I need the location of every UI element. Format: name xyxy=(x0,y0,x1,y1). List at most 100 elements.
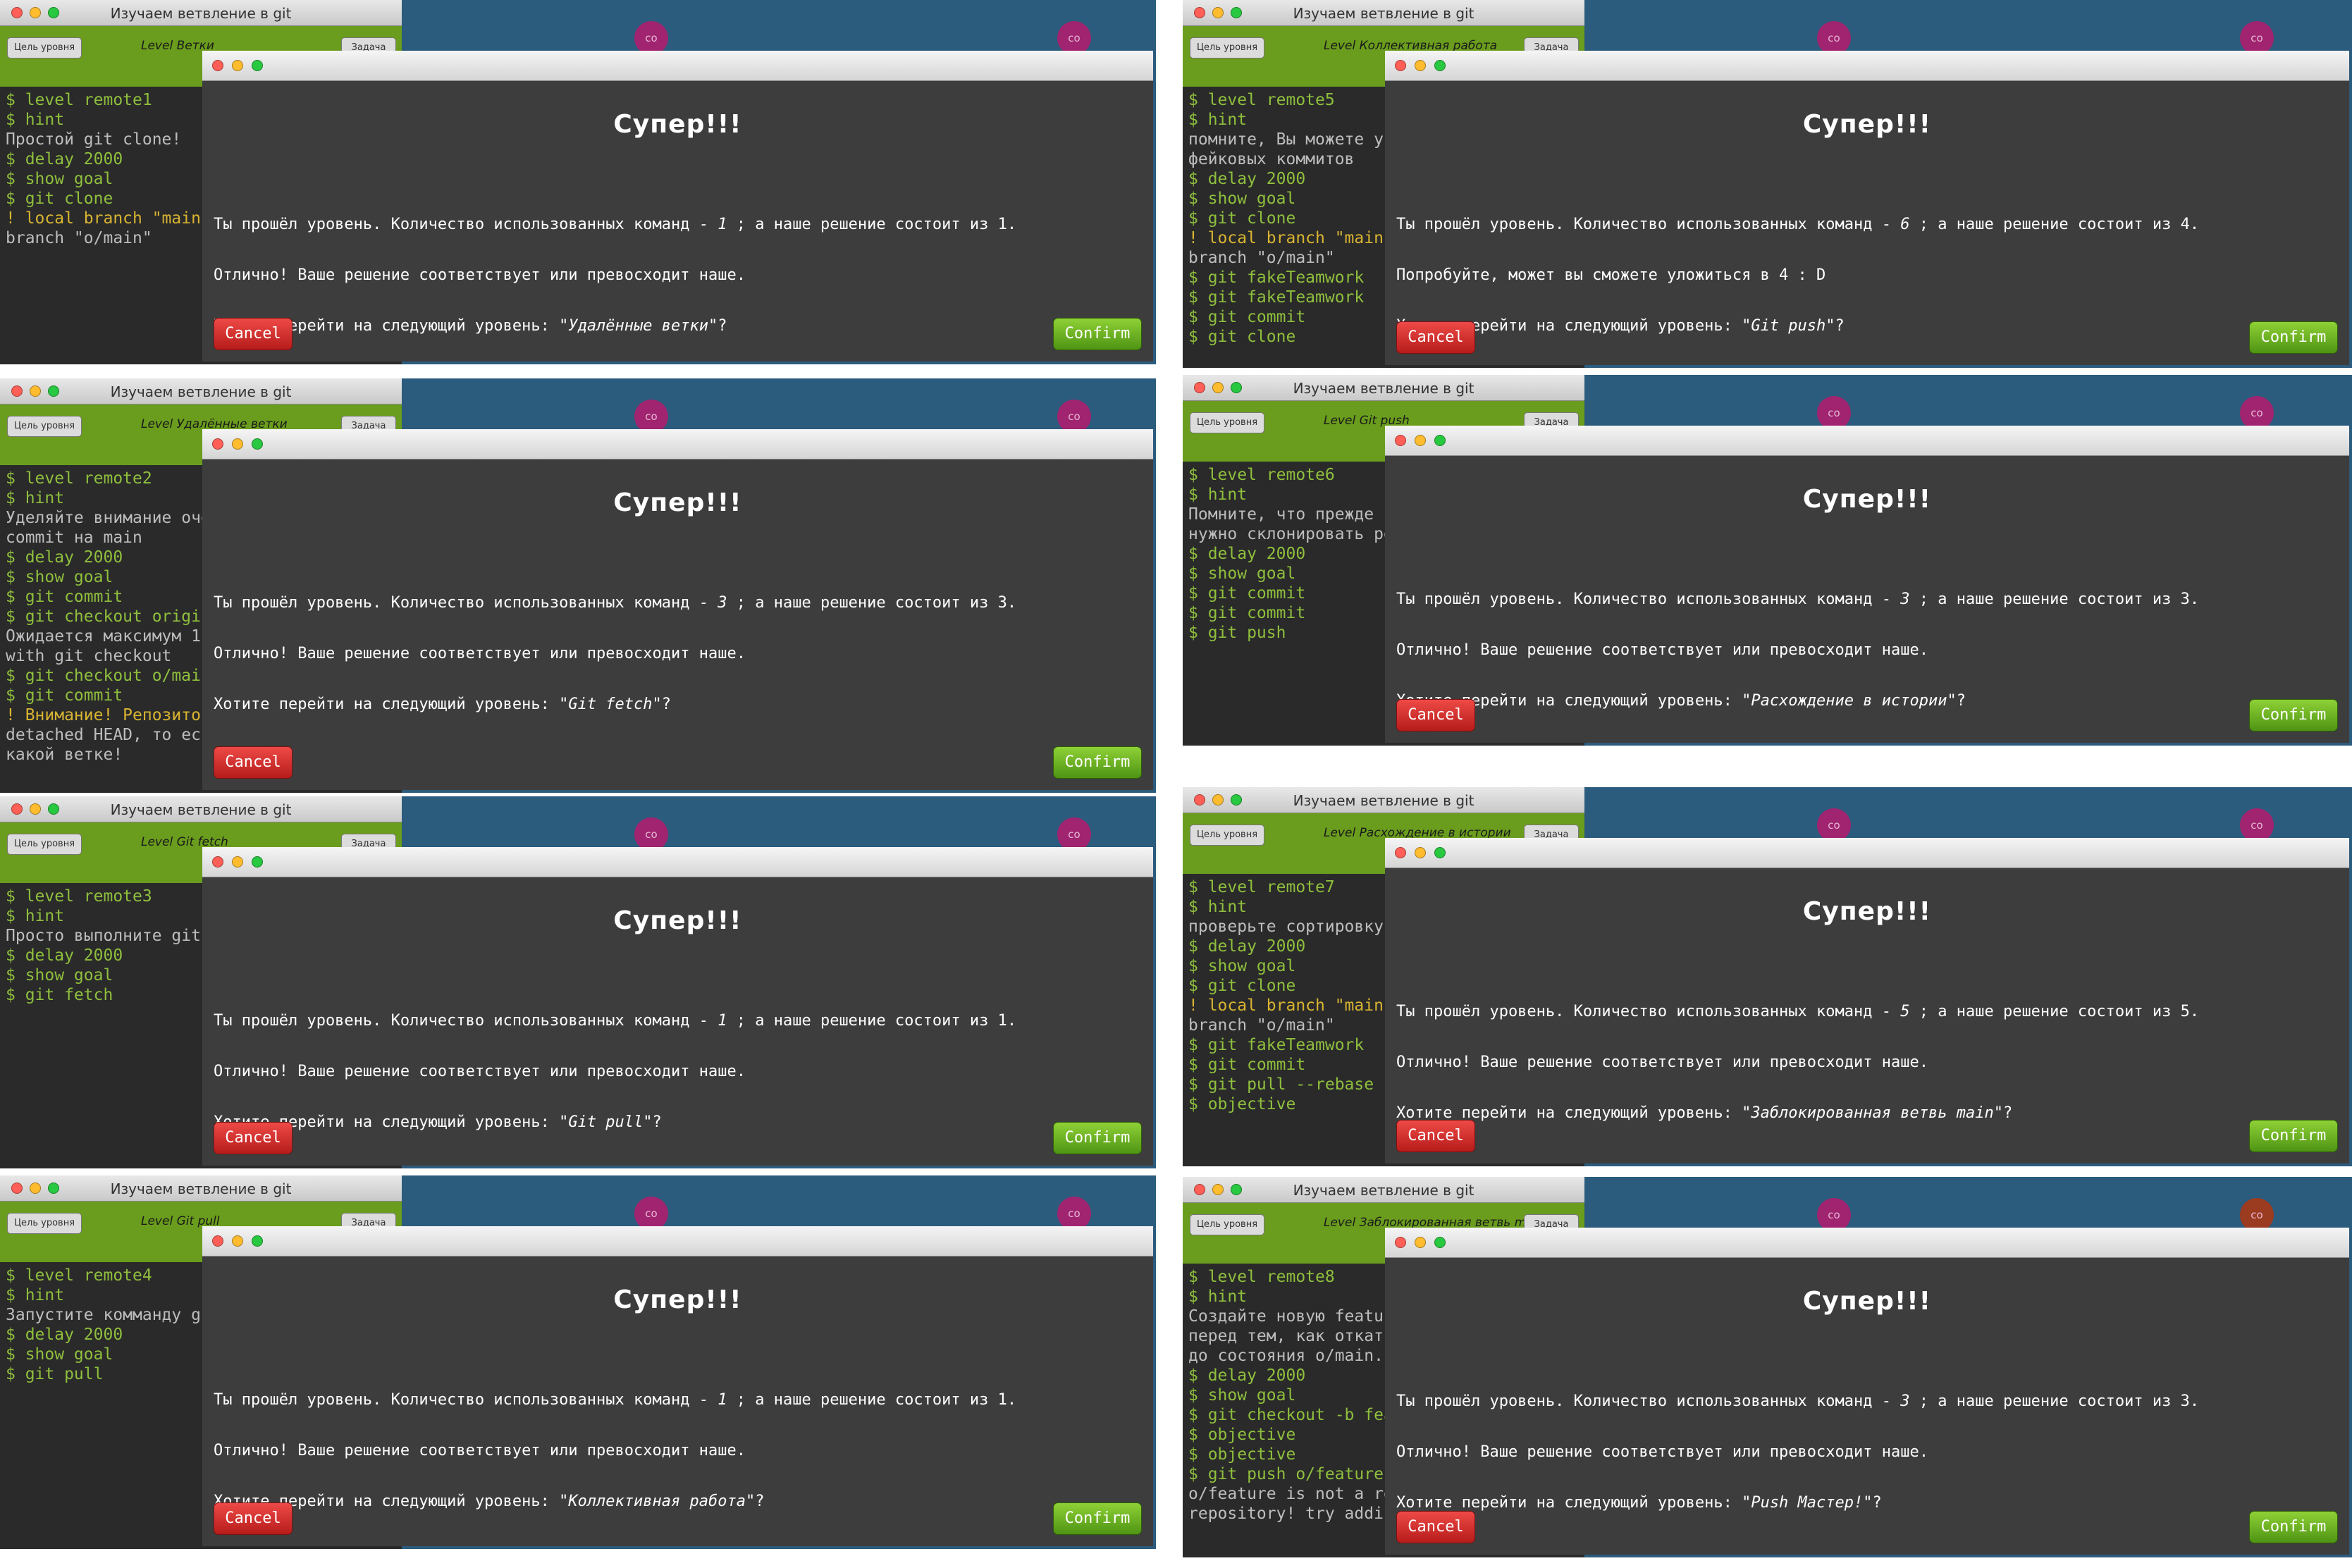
dialog-title: Супер!!! xyxy=(1802,485,1932,514)
commit-node: co xyxy=(634,817,668,851)
result-prefix: Ты прошёл уровень. Количество использова… xyxy=(214,594,718,612)
dialog-titlebar xyxy=(1385,1228,2349,1258)
feedback-text: Отлично! Ваше решение соответствует или … xyxy=(214,1442,746,1459)
command-window-titlebar: Изучаем ветвление в git xyxy=(0,378,402,405)
level-prefix: Level xyxy=(1324,1216,1356,1230)
level-complete-panel: co co Изучаем ветвление в git Цель уровня Le… xyxy=(1183,1177,2352,1557)
result-suffix: ; а наше решение состоит из 1. xyxy=(727,1391,1017,1409)
commit-node: co xyxy=(634,1197,668,1230)
close-icon[interactable] xyxy=(212,856,223,868)
cancel-button[interactable]: Cancel xyxy=(1396,1511,1475,1543)
feedback-text: Отлично! Ваше решение соответствует или … xyxy=(1396,1443,1928,1461)
result-text: Ты прошёл уровень. Количество использова… xyxy=(1396,1393,2199,1410)
goal-button[interactable]: Цель уровня xyxy=(7,834,82,855)
zoom-icon[interactable] xyxy=(1434,60,1446,71)
next-prompt-text: Хотите перейти на следующий уровень: xyxy=(214,696,560,713)
next-prompt-end: ? xyxy=(2002,1104,2013,1122)
dialog-titlebar xyxy=(202,51,1153,81)
dialog-title: Супер!!! xyxy=(613,488,742,517)
close-icon[interactable] xyxy=(212,438,223,450)
confirm-button[interactable]: Confirm xyxy=(1053,318,1142,350)
next-level-name: "Удалённые ветки" xyxy=(559,317,718,335)
confirm-button[interactable]: Confirm xyxy=(1053,1122,1142,1154)
commit-node: co xyxy=(1057,1197,1091,1230)
zoom-icon[interactable] xyxy=(252,856,263,868)
dialog-titlebar xyxy=(1385,426,2349,456)
result-prefix: Ты прошёл уровень. Количество использова… xyxy=(214,1391,718,1409)
close-icon[interactable] xyxy=(1395,435,1406,446)
dialog-title: Супер!!! xyxy=(1802,1287,1932,1316)
zoom-icon[interactable] xyxy=(1434,1237,1446,1248)
minimize-icon[interactable] xyxy=(232,438,243,450)
commit-node: co xyxy=(1057,21,1091,55)
zoom-icon[interactable] xyxy=(252,1235,263,1247)
confirm-button[interactable]: Confirm xyxy=(1053,746,1142,779)
level-complete-panel: co co Изучаем ветвление в git Цель уровня Le… xyxy=(0,796,1156,1168)
window-title: Изучаем ветвление в git xyxy=(1293,380,1474,397)
goal-button[interactable]: Цель уровня xyxy=(1190,825,1264,846)
zoom-icon[interactable] xyxy=(252,438,263,450)
next-level-prompt: Хотите перейти на следующий уровень: "Ра… xyxy=(1396,692,1966,710)
cancel-button[interactable]: Cancel xyxy=(1396,321,1475,354)
minimize-icon[interactable] xyxy=(1415,60,1426,71)
used-commands-count: 3 xyxy=(718,594,727,612)
confirm-button[interactable]: Confirm xyxy=(2249,699,2338,731)
goal-button[interactable]: Цель уровня xyxy=(1190,1214,1264,1235)
close-icon[interactable] xyxy=(1395,1237,1406,1248)
window-title: Изучаем ветвление в git xyxy=(110,801,292,818)
dialog-title: Супер!!! xyxy=(1802,897,1932,926)
command-window-titlebar: Изучаем ветвление в git xyxy=(1183,375,1584,401)
goal-button[interactable]: Цель уровня xyxy=(7,37,82,58)
result-suffix: ; а наше решение состоит из 3. xyxy=(1909,1393,2200,1410)
result-suffix: ; а наше решение состоит из 1. xyxy=(727,1012,1017,1030)
result-suffix: ; а наше решение состоит из 3. xyxy=(1909,591,2200,608)
command-window-titlebar: Изучаем ветвление в git xyxy=(0,796,402,822)
minimize-icon[interactable] xyxy=(232,856,243,868)
cancel-button[interactable]: Cancel xyxy=(1396,1120,1475,1152)
confirm-button[interactable]: Confirm xyxy=(2249,321,2338,354)
commit-node: co xyxy=(2240,1198,2274,1232)
close-icon[interactable] xyxy=(212,60,223,71)
result-suffix: ; а наше решение состоит из 1. xyxy=(727,216,1017,233)
next-level-name: "Git fetch" xyxy=(559,696,662,713)
goal-button[interactable]: Цель уровня xyxy=(1190,37,1264,58)
confirm-button[interactable]: Confirm xyxy=(2249,1511,2338,1543)
result-suffix: ; а наше решение состоит из 3. xyxy=(727,594,1017,612)
commit-node: co xyxy=(634,400,668,433)
level-complete-panel: co co Изучаем ветвление в git Цель уровня Le… xyxy=(1183,375,2352,746)
goal-button[interactable]: Цель уровня xyxy=(7,416,82,437)
used-commands-count: 6 xyxy=(1900,216,1910,233)
close-icon[interactable] xyxy=(1395,847,1406,858)
dialog-titlebar xyxy=(1385,838,2349,868)
next-prompt-end: ? xyxy=(1956,692,1966,710)
goal-button[interactable]: Цель уровня xyxy=(7,1213,82,1234)
minimize-icon[interactable] xyxy=(1415,1237,1426,1248)
minimize-icon[interactable] xyxy=(1415,435,1426,446)
command-window-titlebar: Изучаем ветвление в git xyxy=(0,0,402,26)
zoom-icon[interactable] xyxy=(1434,847,1446,858)
commit-node: co xyxy=(2240,21,2274,55)
cancel-button[interactable]: Cancel xyxy=(1396,699,1475,731)
cancel-button[interactable]: Cancel xyxy=(214,1122,293,1154)
cancel-button[interactable]: Cancel xyxy=(214,318,293,350)
zoom-icon[interactable] xyxy=(252,60,263,71)
level-prefix: Level xyxy=(1324,414,1356,428)
used-commands-count: 1 xyxy=(718,1012,727,1030)
minimize-icon[interactable] xyxy=(232,60,243,71)
confirm-button[interactable]: Confirm xyxy=(1053,1502,1142,1535)
zoom-icon[interactable] xyxy=(1434,435,1446,446)
command-window-titlebar: Изучаем ветвление в git xyxy=(1183,1177,1584,1203)
commit-node: co xyxy=(2240,808,2274,842)
result-text: Ты прошёл уровень. Количество использова… xyxy=(1396,591,2199,608)
minimize-icon[interactable] xyxy=(1415,847,1426,858)
next-level-name: "Расхождение в истории" xyxy=(1742,692,1957,710)
cancel-button[interactable]: Cancel xyxy=(214,746,293,779)
goal-button[interactable]: Цель уровня xyxy=(1190,412,1264,433)
close-icon[interactable] xyxy=(212,1235,223,1247)
used-commands-count: 3 xyxy=(1900,1393,1910,1410)
next-level-prompt: Хотите перейти на следующий уровень: "Pu… xyxy=(1396,1494,1882,1512)
minimize-icon[interactable] xyxy=(232,1235,243,1247)
cancel-button[interactable]: Cancel xyxy=(214,1502,293,1535)
close-icon[interactable] xyxy=(1395,60,1406,71)
confirm-button[interactable]: Confirm xyxy=(2249,1120,2338,1152)
